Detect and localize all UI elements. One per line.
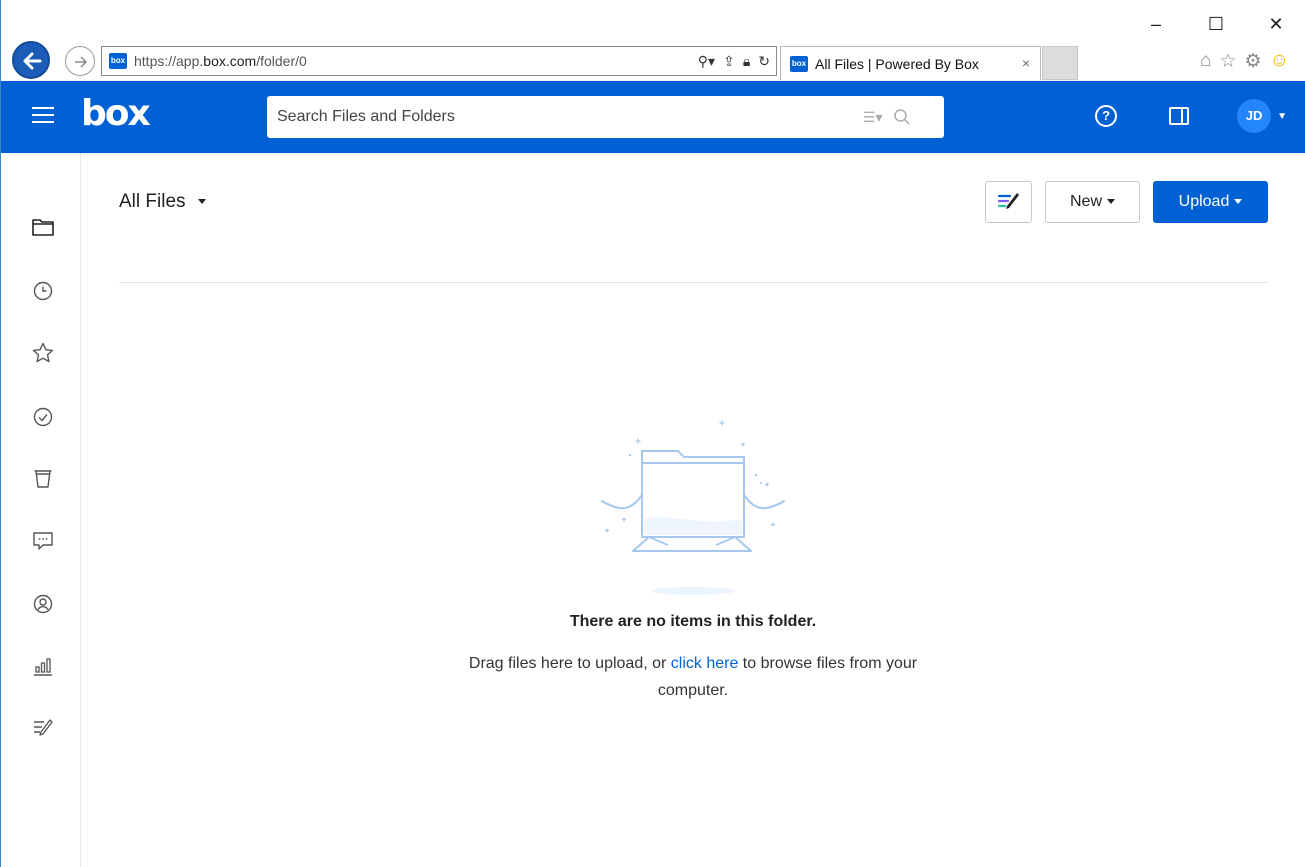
upload-button[interactable]: Upload	[1153, 181, 1268, 223]
sidebar-item-notes[interactable]	[31, 716, 55, 740]
star-icon	[32, 342, 54, 363]
header-actions: ? JD ▼	[1095, 99, 1287, 133]
header-divider	[119, 282, 1268, 283]
box-favicon: box	[109, 53, 127, 69]
empty-folder-illustration	[601, 420, 785, 595]
forward-button[interactable]	[65, 46, 95, 76]
sidebar-item-insights[interactable]	[31, 654, 55, 678]
new-button[interactable]: New	[1045, 181, 1140, 223]
user-circle-icon	[33, 594, 53, 614]
notes-icon	[34, 719, 53, 736]
feedback-smiley-icon[interactable]: ☺	[1270, 50, 1289, 73]
box-logo[interactable]: box	[81, 93, 151, 134]
caret-down-icon[interactable]	[198, 199, 206, 204]
main-content: All Files New Upload There are no items …	[81, 153, 1305, 867]
sidebar-item-favorites[interactable]	[31, 341, 55, 365]
lock-icon[interactable]: 🔒︎	[743, 52, 750, 70]
url-text: https://app.box.com/folder/0	[134, 53, 307, 69]
avatar[interactable]: JD	[1237, 99, 1272, 133]
hamburger-menu-icon[interactable]	[32, 107, 54, 125]
favorites-star-icon[interactable]: ☆	[1220, 50, 1237, 73]
close-window-button[interactable]: ✕	[1267, 14, 1285, 35]
caret-down-icon	[1107, 199, 1115, 205]
chevron-down-icon[interactable]: ▼	[1277, 111, 1287, 122]
search-tools: ☰▾	[863, 108, 911, 126]
comment-icon	[33, 532, 53, 550]
back-button[interactable]	[12, 41, 50, 79]
new-tab-button[interactable]	[1042, 46, 1078, 80]
arrow-right-icon	[75, 56, 88, 68]
caret-down-icon	[1234, 199, 1243, 205]
address-bar[interactable]: box https://app.box.com/folder/0 ⚲▾ ⇪ 🔒︎…	[101, 46, 777, 76]
folder-icon	[32, 219, 54, 236]
maximize-button[interactable]: ☐	[1207, 14, 1225, 35]
clock-icon	[33, 281, 53, 301]
address-tools: ⚲▾ ⇪ 🔒︎ ↻	[698, 52, 770, 70]
tab-favicon: box	[790, 56, 808, 72]
home-icon[interactable]: ⌂	[1200, 50, 1211, 73]
window-controls: – ☐ ✕	[1147, 14, 1285, 35]
page-title[interactable]: All Files	[119, 191, 186, 213]
browser-icons: ⌂ ☆ ⚙ ☺	[1200, 50, 1289, 73]
sidebar-item-trash[interactable]	[31, 467, 55, 491]
filter-icon[interactable]: ☰▾	[863, 109, 883, 126]
bar-chart-icon	[34, 658, 52, 676]
browser-toolbar: – ☐ ✕ box https://app.box.com/folder/0 ⚲…	[1, 0, 1305, 81]
refresh-icon[interactable]: ↻	[758, 52, 770, 70]
browser-tab-active[interactable]: box All Files | Powered By Box ×	[780, 46, 1041, 80]
search-input[interactable]	[267, 96, 944, 138]
sidebar-item-tasks[interactable]	[31, 405, 55, 429]
tab-close-icon[interactable]: ×	[1022, 55, 1030, 71]
sidebar-item-all-files[interactable]	[31, 215, 55, 239]
app-window: – ☐ ✕ box https://app.box.com/folder/0 ⚲…	[0, 0, 1305, 867]
trash-icon	[34, 470, 52, 488]
help-icon[interactable]: ?	[1095, 105, 1118, 127]
left-sidebar	[1, 153, 81, 867]
settings-gear-icon[interactable]: ⚙	[1245, 50, 1262, 73]
empty-state-title: There are no items in this folder.	[569, 613, 817, 630]
check-circle-icon	[33, 407, 53, 427]
empty-state-text: Drag files here to upload, or click here…	[468, 655, 918, 699]
share-icon[interactable]: ⇪	[723, 52, 735, 70]
search-dropdown-icon[interactable]: ⚲▾	[698, 52, 715, 70]
sidebar-item-recents[interactable]	[31, 279, 55, 303]
box-header: box ☰▾ ? JD ▼	[1, 81, 1305, 153]
click-here-link[interactable]: click here	[671, 655, 739, 672]
tab-title: All Files | Powered By Box	[815, 56, 979, 72]
notes-pen-icon	[997, 193, 1019, 209]
minimize-button[interactable]: –	[1147, 14, 1165, 35]
side-panel-icon[interactable]	[1169, 107, 1190, 125]
search-icon[interactable]	[893, 108, 911, 126]
sidebar-item-notifications[interactable]	[31, 529, 55, 553]
sidebar-item-admin[interactable]	[31, 592, 55, 616]
arrow-left-icon	[23, 52, 42, 70]
box-notes-button[interactable]	[985, 181, 1032, 223]
